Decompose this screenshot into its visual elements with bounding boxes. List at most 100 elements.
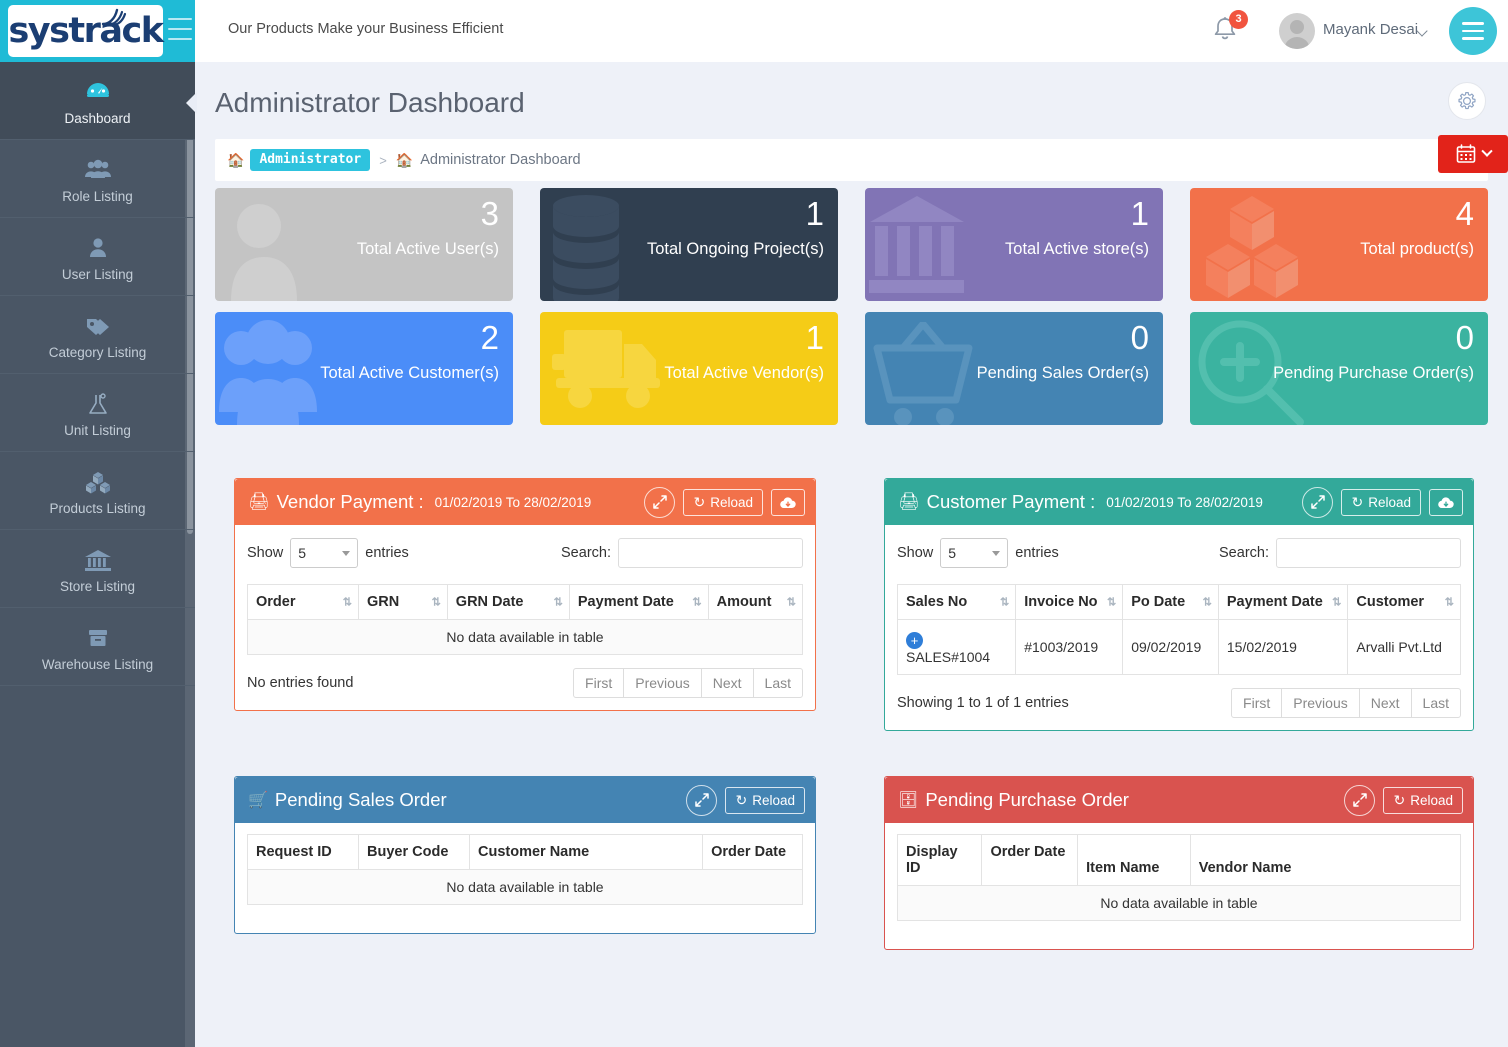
column-header[interactable]: Payment Date ⇅ xyxy=(1217,584,1349,620)
export-button[interactable] xyxy=(771,488,805,516)
page-next-button[interactable]: Next xyxy=(700,668,754,698)
column-label: Amount xyxy=(716,594,772,610)
pagination: First Previous Next Last xyxy=(1231,688,1461,718)
sidebar-item-label: Warehouse Listing xyxy=(41,657,154,672)
panel-pending-purchase-order: 🗄 Pending Purchase Order ↻ Reload Displa… xyxy=(884,776,1474,950)
entries-label: entries xyxy=(1015,545,1059,561)
sidebar-collapse-arrow[interactable] xyxy=(186,92,197,114)
settings-button[interactable] xyxy=(1448,82,1486,120)
table-row: No data available in table xyxy=(247,619,803,655)
breadcrumb: 🏠 Administrator > 🏠 Administrator Dashbo… xyxy=(215,139,1488,181)
column-header: Buyer Code xyxy=(358,834,470,870)
column-label: Invoice No xyxy=(1024,594,1098,610)
table-head: Order ⇅ GRN ⇅ GRN Date ⇅ Payment Date ⇅ Amou… xyxy=(247,584,804,620)
reload-button[interactable]: ↻ Reload xyxy=(1341,488,1421,516)
column-label: GRN Date xyxy=(455,594,524,610)
page-last-button[interactable]: Last xyxy=(752,668,803,698)
column-header: Order Date xyxy=(702,834,803,870)
panel-vendor-payment: 🖨 Vendor Payment : 01/02/2019 To 28/02/2… xyxy=(234,478,816,711)
sidebar-item-store-listing[interactable]: Store Listing xyxy=(0,530,195,608)
page-last-button[interactable]: Last xyxy=(1410,688,1461,718)
stat-card-total-ongoing-projects[interactable]: 1 Total Ongoing Project(s) xyxy=(540,188,838,301)
folder-icon: 🗄 xyxy=(898,792,919,809)
column-header[interactable]: GRN ⇅ xyxy=(358,584,448,620)
breadcrumb-root[interactable]: Administrator xyxy=(250,149,371,171)
page-first-button[interactable]: First xyxy=(1231,688,1283,718)
column-header[interactable]: Po Date ⇅ xyxy=(1122,584,1219,620)
page-previous-button[interactable]: Previous xyxy=(623,668,702,698)
reload-button[interactable]: ↻ Reload xyxy=(1383,786,1463,814)
search-label: Search: xyxy=(1219,545,1269,561)
entries-info: No entries found xyxy=(247,675,354,691)
column-header[interactable]: Order ⇅ xyxy=(247,584,359,620)
expand-button[interactable] xyxy=(644,486,676,518)
stat-card-pending-sales-orders[interactable]: 0 Pending Sales Order(s) xyxy=(865,312,1163,425)
archive-box-icon xyxy=(83,621,113,651)
panel-customer-payment: 🖨 Customer Payment : 01/02/2019 To 28/02… xyxy=(884,478,1474,731)
sidebar-item-warehouse-listing[interactable]: Warehouse Listing xyxy=(0,608,195,686)
column-header[interactable]: Customer ⇅ xyxy=(1347,584,1461,620)
reload-button[interactable]: ↻ Reload xyxy=(725,786,805,814)
expand-button[interactable] xyxy=(1344,784,1376,816)
expand-row-icon[interactable]: + xyxy=(906,632,923,649)
column-label: Sales No xyxy=(906,594,968,610)
reload-icon: ↻ xyxy=(735,791,748,808)
panel-title: Pending Purchase Order xyxy=(925,789,1129,810)
reload-icon: ↻ xyxy=(1393,791,1406,808)
reload-button[interactable]: ↻ Reload xyxy=(683,488,763,516)
expand-button[interactable] xyxy=(1302,486,1334,518)
page-previous-button[interactable]: Previous xyxy=(1281,688,1360,718)
stat-card-total-active-users[interactable]: 3 Total Active User(s) xyxy=(215,188,513,301)
search-input[interactable] xyxy=(618,538,803,568)
stat-card-total-products[interactable]: 4 Total product(s) xyxy=(1190,188,1488,301)
main-menu-button[interactable] xyxy=(1449,7,1497,55)
page-first-button[interactable]: First xyxy=(573,668,625,698)
sidebar-toggle-icon[interactable] xyxy=(168,18,192,40)
sidebar-item-user-listing[interactable]: User Listing xyxy=(0,218,195,296)
panel-body: Show 5102550100 entries Search: Order ⇅ G… xyxy=(235,525,815,710)
table-header-row: Sales No ⇅ Invoice No ⇅ Po Date ⇅ Payment D… xyxy=(896,584,1461,620)
notifications-button[interactable]: 3 xyxy=(1212,10,1248,49)
sidebar-item-unit-listing[interactable]: Unit Listing xyxy=(0,374,195,452)
main-content: Administrator Dashboard 🏠 Administrator … xyxy=(195,62,1508,1025)
boxes-icon xyxy=(83,465,113,495)
sidebar-item-category-listing[interactable]: Category Listing xyxy=(0,296,195,374)
column-header: Vendor Name xyxy=(1189,834,1462,886)
stat-card-total-active-stores[interactable]: 1 Total Active store(s) xyxy=(865,188,1163,301)
entries-select[interactable]: 5102550100 xyxy=(290,538,359,568)
pagination: First Previous Next Last xyxy=(573,668,803,698)
sidebar-item-products-listing[interactable]: Products Listing xyxy=(0,452,195,530)
sidebar-item-role-listing[interactable]: Role Listing xyxy=(0,140,195,218)
column-header[interactable]: Invoice No ⇅ xyxy=(1015,584,1124,620)
column-header: Item Name xyxy=(1077,834,1191,886)
pending-purchase-order-table: Display ID Order Date Item Name Vendor N… xyxy=(896,834,1462,921)
stat-card-pending-purchase-orders[interactable]: 0 Pending Purchase Order(s) xyxy=(1190,312,1488,425)
expand-button[interactable] xyxy=(686,784,718,816)
sidebar-item-dashboard[interactable]: Dashboard xyxy=(0,62,195,140)
search-input[interactable] xyxy=(1276,538,1461,568)
column-header[interactable]: Payment Date ⇅ xyxy=(568,584,709,620)
expand-icon xyxy=(1311,495,1325,509)
avatar[interactable] xyxy=(1279,13,1315,49)
column-header[interactable]: GRN Date ⇅ xyxy=(446,584,570,620)
customer-payment-table: Sales No ⇅ Invoice No ⇅ Po Date ⇅ Payment D… xyxy=(896,584,1461,675)
search-label: Search: xyxy=(561,545,611,561)
stat-card-total-active-customers[interactable]: 2 Total Active Customer(s) xyxy=(215,312,513,425)
reload-icon: ↻ xyxy=(1351,493,1364,510)
cart-icon: 🛒 xyxy=(248,792,268,809)
column-header[interactable]: Sales No ⇅ xyxy=(896,584,1017,620)
stat-value: 0 xyxy=(1455,319,1474,356)
username-label[interactable]: Mayank Desai xyxy=(1323,21,1418,38)
app-logo[interactable]: systrack xyxy=(8,5,164,57)
stat-card-total-active-vendors[interactable]: 1 Total Active Vendor(s) xyxy=(540,312,838,425)
entries-select[interactable]: 5102550100 xyxy=(940,538,1009,568)
column-header: Request ID xyxy=(247,834,359,870)
page-next-button[interactable]: Next xyxy=(1358,688,1412,718)
table-head: Request ID Buyer Code Customer Name Orde… xyxy=(247,834,803,870)
entries-info: Showing 1 to 1 of 1 entries xyxy=(897,695,1069,711)
column-header[interactable]: Amount ⇅ xyxy=(707,584,804,620)
export-button[interactable] xyxy=(1429,488,1463,516)
table-footer: Showing 1 to 1 of 1 entries First Previo… xyxy=(897,688,1461,718)
datepicker-button[interactable] xyxy=(1438,135,1508,173)
reload-label: Reload xyxy=(752,792,795,808)
